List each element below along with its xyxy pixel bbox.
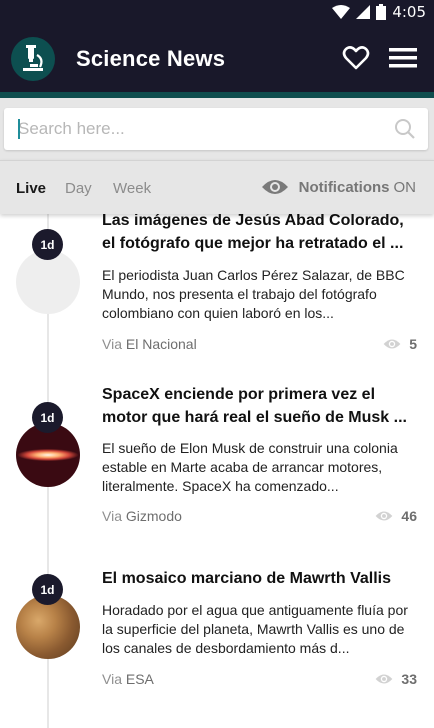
battery-icon — [376, 4, 387, 20]
article-summary: El periodista Juan Carlos Pérez Salazar,… — [102, 267, 405, 321]
signal-icon — [356, 5, 371, 19]
eye-icon — [261, 180, 288, 194]
search-box — [4, 108, 428, 150]
via-label: Via — [102, 336, 122, 352]
article-title[interactable]: SpaceX enciende por primera vez el motor… — [102, 383, 420, 429]
eye-icon — [376, 674, 393, 684]
microscope-icon — [23, 45, 43, 71]
eye-icon — [376, 511, 393, 521]
tab-day[interactable]: Day — [65, 180, 92, 197]
tab-live[interactable]: Live — [16, 180, 46, 197]
view-count-value: 46 — [401, 508, 417, 524]
source-name[interactable]: Gizmodo — [126, 508, 182, 524]
app-bar: Science News — [0, 24, 434, 98]
status-bar: 4:05 — [0, 0, 434, 24]
view-count: 46 — [375, 508, 417, 524]
article-title[interactable]: Las imágenes de Jesús Abad Colorado, el … — [102, 209, 420, 255]
article-source: Via Gizmodo — [102, 508, 182, 524]
notifications-label: Notifications — [298, 178, 390, 196]
notifications-state: ON — [393, 178, 417, 196]
view-count: 5 — [383, 336, 417, 352]
text-cursor — [18, 119, 20, 139]
via-label: Via — [102, 508, 122, 524]
age-badge: 1d — [32, 574, 63, 605]
view-count-value: 33 — [401, 671, 417, 687]
article-source: Via ESA — [102, 671, 154, 687]
view-count-value: 5 — [409, 336, 417, 352]
via-label: Via — [102, 671, 122, 687]
wifi-icon — [332, 5, 351, 19]
source-name[interactable]: ESA — [126, 671, 154, 687]
app-logo[interactable] — [11, 37, 55, 81]
age-badge: 1d — [32, 229, 63, 260]
article-summary: Horadado por el agua que antiguamente fl… — [102, 602, 408, 656]
filter-tabs: Live Day Week Notifications ON — [0, 160, 434, 214]
status-time: 4:05 — [392, 3, 426, 21]
article-title[interactable]: El mosaico marciano de Mawrth Vallis — [102, 567, 420, 590]
heart-icon[interactable] — [342, 44, 370, 72]
eye-icon — [383, 339, 401, 349]
article-source: Via El Nacional — [102, 336, 197, 352]
tab-week[interactable]: Week — [113, 180, 151, 197]
view-count: 33 — [375, 671, 417, 687]
notifications-toggle[interactable]: Notifications ON — [261, 178, 416, 196]
search-bar — [0, 98, 434, 160]
source-name[interactable]: El Nacional — [126, 336, 197, 352]
search-icon[interactable] — [394, 118, 416, 140]
app-title: Science News — [76, 46, 226, 71]
age-badge: 1d — [32, 402, 63, 433]
status-icons: 4:05 — [332, 2, 426, 22]
hamburger-menu-icon[interactable] — [389, 46, 417, 70]
article-summary: El sueño de Elon Musk de construir una c… — [102, 440, 398, 494]
search-input[interactable] — [4, 108, 384, 150]
